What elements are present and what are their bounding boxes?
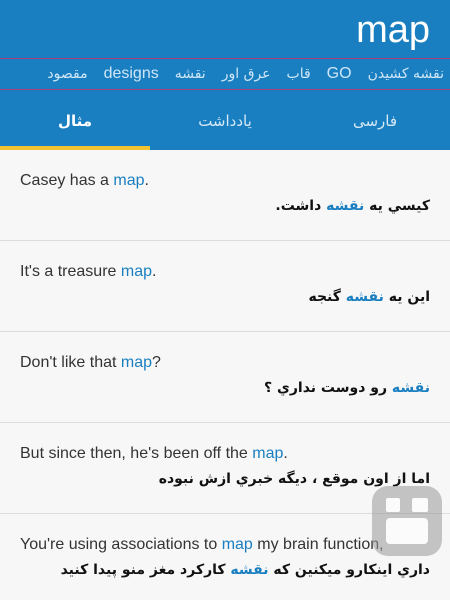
app-header: map نقشه کشیدن GO قاب عرق اور نقشه desig…	[0, 0, 450, 150]
related-word-4[interactable]: عرق اور	[214, 66, 279, 82]
related-word-1[interactable]: نقشه کشیدن	[360, 66, 450, 82]
example-persian: کيسي يه نقشه داشت.	[275, 198, 430, 214]
related-words-bar[interactable]: نقشه کشیدن GO قاب عرق اور نقشه designs م…	[0, 58, 450, 90]
example-item[interactable]: It's a treasure map. اين يه نقشه گنجه	[0, 241, 450, 332]
related-word-3[interactable]: قاب	[279, 66, 319, 82]
related-word-6[interactable]: designs	[96, 65, 167, 83]
word-title: map	[356, 9, 430, 51]
example-english: It's a treasure map.	[20, 263, 157, 280]
tab-example[interactable]: مثال	[0, 92, 150, 150]
related-word-7[interactable]: مقصود	[39, 66, 95, 82]
example-english: But since then, he's been off the map.	[20, 445, 288, 462]
tab-bar: مثال یادداشت فارسی	[0, 92, 450, 150]
example-english: You're using associations to map my brai…	[20, 536, 384, 553]
app-logo-watermark-icon	[372, 486, 442, 556]
tab-notes[interactable]: یادداشت	[150, 92, 300, 150]
tab-persian[interactable]: فارسی	[300, 92, 450, 150]
example-persian: اين يه نقشه گنجه	[308, 289, 430, 305]
example-persian: داري اينکارو ميکنين که نقشه کارکرد مغز م…	[60, 562, 430, 578]
example-persian: نقشه رو دوست نداري ؟	[264, 380, 430, 396]
related-word-5[interactable]: نقشه	[167, 66, 214, 82]
example-english: Don't like that map?	[20, 354, 161, 371]
related-word-2[interactable]: GO	[319, 65, 360, 83]
example-item[interactable]: Don't like that map? نقشه رو دوست نداري …	[0, 332, 450, 423]
example-english: Casey has a map.	[20, 172, 149, 189]
example-item[interactable]: Casey has a map. کيسي يه نقشه داشت.	[0, 150, 450, 241]
related-words-row: نقشه کشیدن GO قاب عرق اور نقشه designs م…	[39, 59, 450, 89]
